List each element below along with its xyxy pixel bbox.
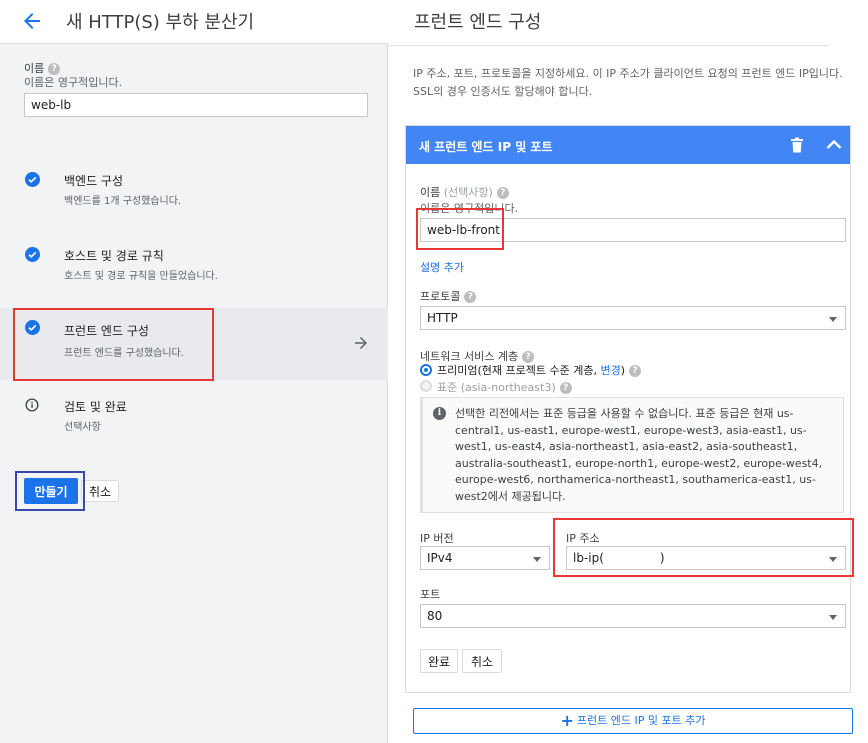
frontend-config-panel: 프런트 엔드 구성 IP 주소, 포트, 프로토콜을 지정하세요. 이 IP 주… — [389, 0, 868, 743]
protocol-select[interactable]: HTTP — [420, 306, 846, 330]
help-icon[interactable]: ? — [629, 365, 642, 377]
step-host-path-rules[interactable]: 호스트 및 경로 규칙 호스트 및 경로 규칙을 만들었습니다. — [0, 245, 388, 295]
premium-tier-text: 프리미엄(현재 프로젝트 수준 계층, — [437, 364, 597, 377]
card-header[interactable]: 새 프런트 엔드 IP 및 포트 — [406, 126, 850, 164]
frontend-name-input[interactable] — [420, 218, 846, 242]
frontend-ip-port-card: 새 프런트 엔드 IP 및 포트 이름 (선택사항)? 이름은 영구적입니다. … — [405, 125, 851, 693]
check-circle-icon — [25, 172, 40, 187]
ip-version-select[interactable]: IPv4 — [420, 546, 550, 570]
step-description: 선택사항 — [64, 422, 101, 433]
back-arrow-icon[interactable] — [20, 9, 44, 33]
panel-title: 프런트 엔드 구성 — [414, 12, 542, 33]
standard-tier-radio — [420, 380, 432, 392]
notice-text: 선택한 리전에서는 표준 등급을 사용할 수 없습니다. 표준 등급은 현재 u… — [455, 407, 823, 503]
trash-icon[interactable] — [790, 137, 804, 153]
dropdown-caret-icon — [829, 317, 837, 322]
card-title: 새 프런트 엔드 IP 및 포트 — [419, 140, 553, 154]
page-header: 새 HTTP(S) 부하 분산기 — [0, 0, 388, 44]
dropdown-caret-icon — [533, 557, 541, 562]
add-frontend-ip-port-button[interactable]: + 프런트 엔드 IP 및 포트 추가 — [413, 708, 853, 734]
panel-description: IP 주소, 포트, 프로토콜을 지정하세요. 이 IP 주소가 클라이언트 요… — [413, 67, 843, 98]
step-title: 호스트 및 경로 규칙 — [64, 249, 164, 263]
step-title: 백엔드 구성 — [64, 174, 124, 188]
help-icon[interactable]: ? — [496, 187, 509, 199]
name-sublabel: 이름은 영구적입니다. — [24, 76, 123, 89]
frontend-name-label-text: 이름 — [420, 186, 441, 199]
ip-address-label: IP 주소 — [566, 532, 600, 545]
frontend-name-label: 이름 (선택사항)? — [420, 184, 509, 200]
protocol-label: 프로토콜? — [420, 288, 477, 304]
port-select[interactable]: 80 — [420, 604, 846, 628]
protocol-label-text: 프로토콜 — [420, 290, 461, 303]
chevron-up-icon[interactable] — [826, 138, 842, 150]
ip-address-suffix: ) — [659, 551, 665, 565]
ip-address-prefix: lb-ip( — [573, 551, 604, 565]
standard-tier-label: 표준 (asia-northeast3)? — [437, 379, 572, 395]
divider — [389, 45, 829, 46]
cancel-button[interactable]: 취소 — [81, 480, 119, 502]
lb-name-input[interactable] — [24, 93, 368, 117]
protocol-value: HTTP — [427, 311, 458, 325]
card-cancel-button[interactable]: 취소 — [462, 649, 502, 673]
port-label: 포트 — [420, 588, 441, 601]
standard-tier-text: 표준 (asia-northeast3) — [437, 381, 556, 394]
add-description-link[interactable]: 설명 추가 — [420, 259, 464, 275]
done-button[interactable]: 완료 — [420, 649, 458, 673]
left-panel: 새 HTTP(S) 부하 분산기 이름? 이름은 영구적입니다. 백엔드 구성 … — [0, 0, 388, 743]
info-icon: i — [433, 407, 446, 420]
dropdown-caret-icon — [829, 615, 837, 620]
help-icon[interactable]: ? — [464, 291, 477, 303]
port-value: 80 — [427, 609, 443, 623]
check-circle-icon — [25, 320, 40, 335]
help-icon[interactable]: ? — [559, 382, 572, 394]
step-review[interactable]: 검토 및 완료 선택사항 — [0, 396, 388, 446]
check-circle-icon — [25, 247, 40, 262]
premium-tier-label: 프리미엄(현재 프로젝트 수준 계층, 변경)? — [437, 362, 642, 378]
plus-icon: + — [560, 711, 574, 730]
step-description: 백엔드를 1개 구성했습니다. — [64, 196, 182, 207]
step-frontend[interactable]: 프런트 엔드 구성 프런트 엔드를 구성했습니다. — [0, 308, 388, 380]
frontend-name-sublabel: 이름은 영구적입니다. — [420, 202, 519, 215]
load-balancer-create-page: 새 HTTP(S) 부하 분산기 이름? 이름은 영구적입니다. 백엔드 구성 … — [0, 0, 868, 743]
step-description: 프런트 엔드를 구성했습니다. — [64, 348, 184, 359]
change-tier-link[interactable]: 변경 — [600, 364, 620, 377]
step-backend[interactable]: 백엔드 구성 백엔드를 1개 구성했습니다. — [0, 170, 388, 220]
ip-version-label: IP 버전 — [420, 532, 454, 545]
dropdown-caret-icon — [829, 557, 837, 562]
arrow-right-icon — [355, 337, 367, 349]
info-icon — [25, 398, 39, 412]
masked-ip — [603, 553, 660, 564]
page-title: 새 HTTP(S) 부하 분산기 — [66, 12, 255, 33]
standard-tier-notice: i 선택한 리전에서는 표준 등급을 사용할 수 없습니다. 표준 등급은 현재… — [420, 397, 844, 513]
step-title: 검토 및 완료 — [64, 400, 127, 414]
ip-address-select[interactable]: lb-ip() — [566, 546, 846, 570]
step-description: 호스트 및 경로 규칙을 만들었습니다. — [64, 271, 218, 282]
step-title: 프런트 엔드 구성 — [64, 324, 149, 338]
premium-tier-close: ) — [620, 364, 626, 377]
optional-text: (선택사항) — [443, 186, 493, 199]
create-button[interactable]: 만들기 — [24, 478, 78, 504]
premium-tier-radio[interactable] — [420, 364, 432, 376]
ip-version-value: IPv4 — [427, 551, 453, 565]
add-button-label: 프런트 엔드 IP 및 포트 추가 — [576, 714, 706, 727]
